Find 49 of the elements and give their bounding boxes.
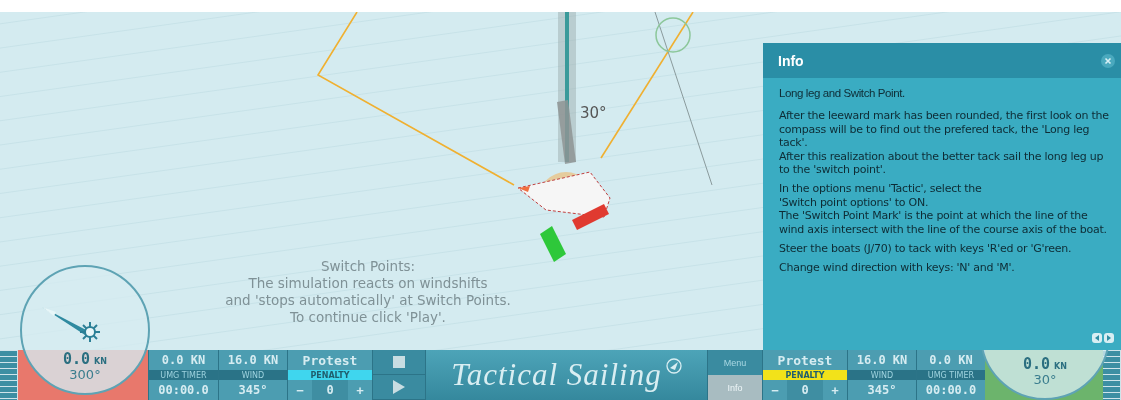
heading-bar — [557, 100, 576, 164]
protest-button[interactable]: Protest — [288, 350, 372, 370]
protest-button[interactable]: Protest — [763, 350, 847, 370]
stat-label: UMG TIMER — [917, 370, 985, 380]
play-icon — [393, 380, 405, 394]
stat-value: 16.0 KN — [219, 350, 287, 370]
stop-icon — [393, 356, 405, 368]
sun-icon — [79, 321, 101, 343]
heading-value: 300° — [69, 367, 101, 382]
penalty-label: PENALTY — [288, 370, 372, 380]
mark-circle — [655, 17, 691, 53]
plus-button[interactable]: + — [348, 380, 372, 400]
sail-icon — [665, 358, 682, 374]
stat-value: 00:00.0 — [917, 380, 985, 400]
info-paragraph: In the options menu 'Tactic', select the 'Switch point options' to ON. The 'Switch Point Mark' is the point at which the line of the wind axis intersect with the line of the course axis of the boat. — [779, 182, 1108, 237]
close-icon[interactable] — [1101, 53, 1115, 68]
penalty-label: PENALTY — [763, 370, 847, 380]
info-paragraph: After the leeward mark has been rounded, the first look on the compass will be to find out the prefered tack, the 'Long leg tack'. After this realization about the better tack sail the long leg up to the 'switch point'. — [779, 109, 1110, 177]
next-icon[interactable] — [1104, 333, 1114, 343]
stat-value: 00:00.0 — [149, 380, 218, 400]
info-paragraph: Steer the boats (J/70) to tack with keys 'R'ed or 'G'reen. — [779, 242, 1073, 256]
speed-value: 0.0 — [1023, 356, 1051, 372]
minus-button[interactable]: − — [763, 380, 787, 400]
info-paragraph: Change wind direction with keys: 'N' and 'M'. — [779, 261, 1016, 275]
stat-value: 16.0 KN — [848, 350, 916, 370]
stat-value: 0.0 KN — [149, 350, 218, 370]
stat-label: WIND — [848, 370, 916, 380]
stat-label: UMG TIMER — [149, 370, 218, 380]
stat-value: 345° — [219, 380, 287, 400]
menu-tab[interactable]: Menu — [708, 350, 762, 375]
stop-button[interactable] — [373, 350, 425, 375]
info-paragraph: Long leg and Switch Point. — [779, 87, 906, 101]
heading-value: 30° — [1033, 372, 1057, 387]
previous-icon[interactable] — [1092, 333, 1102, 343]
scale-drawing — [0, 350, 18, 400]
speed-unit: KN — [1054, 362, 1067, 371]
stat-value: 345° — [848, 380, 916, 400]
angle-label: 30° — [580, 104, 607, 122]
speed-unit: KN — [94, 357, 107, 366]
plus-button[interactable]: + — [823, 380, 847, 400]
play-button[interactable] — [373, 375, 425, 400]
stat-label: WIND — [219, 370, 287, 380]
sea-note: Switch Points: The simulation reacts on windshifts and 'stops automatically' at Switch Points. To continue click 'Play'. — [224, 258, 512, 326]
minus-button[interactable]: − — [288, 380, 312, 400]
stat-value: 0.0 KN — [917, 350, 985, 370]
menu-tab[interactable]: Info — [708, 375, 762, 400]
info-title: Info — [778, 52, 804, 69]
speed-value: 0.0 — [63, 351, 91, 367]
logo-text: Tactical Sailing — [451, 357, 662, 393]
